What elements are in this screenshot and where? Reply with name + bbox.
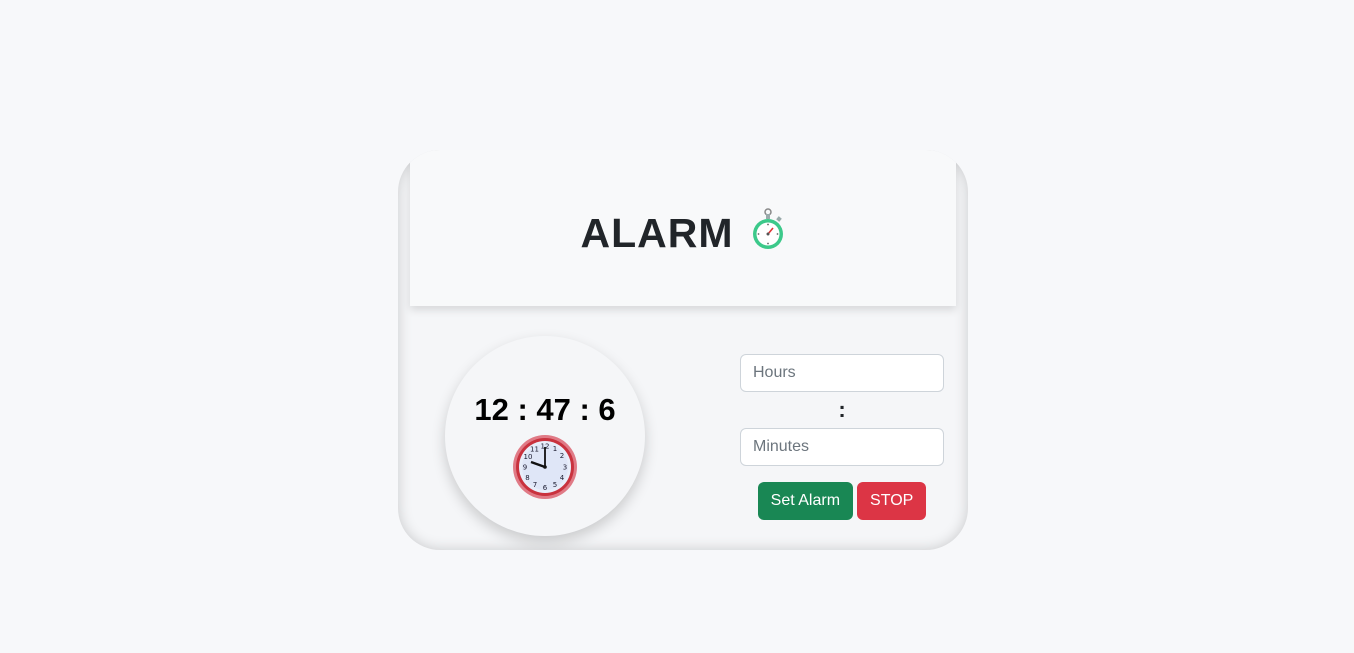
svg-text:11: 11 xyxy=(530,446,539,454)
svg-text:2: 2 xyxy=(560,452,564,460)
minutes-input[interactable] xyxy=(740,428,944,466)
svg-text:8: 8 xyxy=(525,474,529,482)
current-time: 12 : 47 : 6 xyxy=(474,392,616,427)
set-alarm-button[interactable]: Set Alarm xyxy=(757,482,854,520)
stopwatch-icon xyxy=(750,208,786,252)
clock-display: 12 : 47 : 6 12 1 2 3 4 5 6 7 8 9 10 11 xyxy=(445,336,645,536)
alarm-card: ALARM 12 : 47 : 6 12 1 2 3 4 5 6 7 8 9 1… xyxy=(398,150,968,550)
svg-text:3: 3 xyxy=(563,464,567,472)
svg-text:7: 7 xyxy=(533,481,537,489)
wall-clock-icon: 12 1 2 3 4 5 6 7 8 9 10 11 xyxy=(512,434,578,500)
svg-text:5: 5 xyxy=(553,481,557,489)
svg-text:9: 9 xyxy=(523,464,527,472)
svg-text:4: 4 xyxy=(560,474,565,482)
hours-input[interactable] xyxy=(740,354,944,392)
svg-text:1: 1 xyxy=(553,445,557,453)
alarm-form: : Set Alarm STOP xyxy=(740,354,944,520)
stop-button[interactable]: STOP xyxy=(857,482,927,520)
svg-text:10: 10 xyxy=(524,453,533,461)
page-title: ALARM xyxy=(580,209,734,256)
button-group: Set Alarm STOP xyxy=(740,482,944,520)
alarm-header: ALARM xyxy=(410,150,956,306)
time-separator: : xyxy=(838,397,846,422)
svg-text:6: 6 xyxy=(543,484,548,492)
